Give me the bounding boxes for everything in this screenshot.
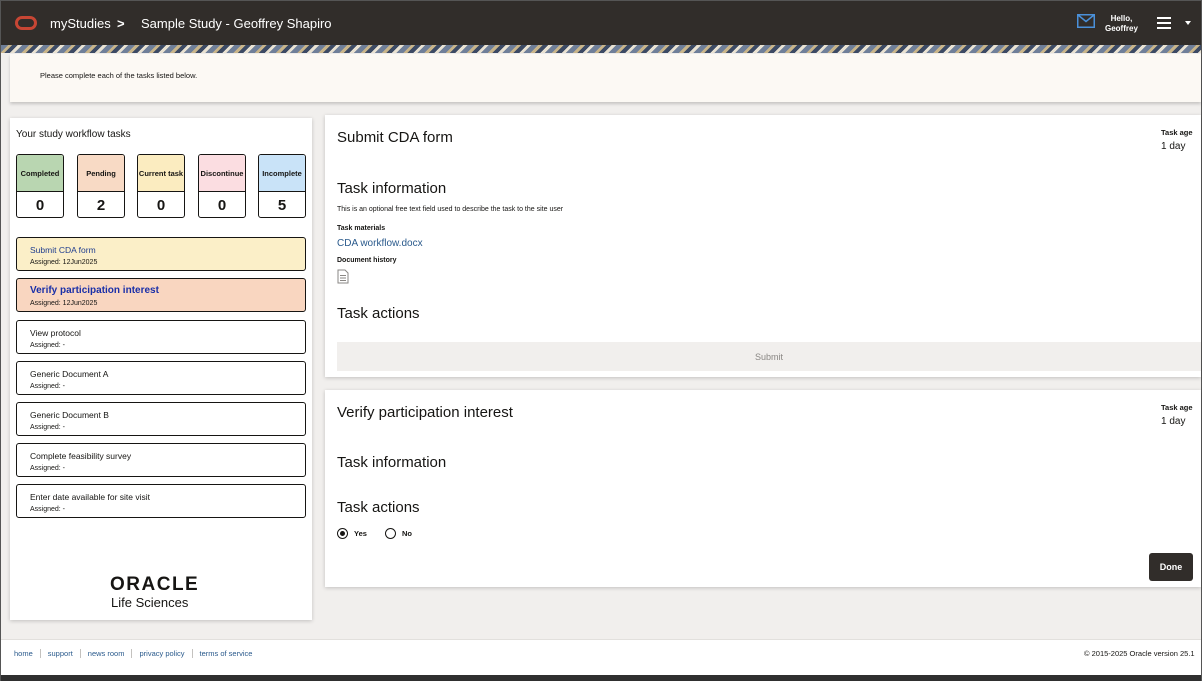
- page-footer: home support news room privacy policy te…: [1, 639, 1201, 675]
- document-icon[interactable]: [337, 269, 349, 284]
- radio-label: No: [402, 529, 412, 538]
- counter-pending[interactable]: Pending 2: [77, 154, 125, 218]
- oracle-logo-subtitle: Life Sciences: [111, 595, 189, 610]
- breadcrumb-study: Sample Study - Geoffrey Shapiro: [141, 16, 332, 31]
- top-header: myStudies > Sample Study - Geoffrey Shap…: [1, 1, 1201, 45]
- counter-current-task[interactable]: Current task 0: [137, 154, 185, 218]
- task-age-value: 1 day: [1161, 141, 1186, 152]
- task-assigned: Assigned: -: [30, 465, 66, 472]
- counter-completed[interactable]: Completed 0: [16, 154, 64, 218]
- mail-icon[interactable]: [1077, 14, 1095, 28]
- counter-label: Discontinue: [199, 155, 245, 192]
- intro-text: Please complete each of the tasks listed…: [40, 71, 198, 80]
- task-assigned: Assigned: -: [30, 506, 66, 513]
- submit-button[interactable]: Submit: [337, 342, 1201, 371]
- workflow-title: Your study workflow tasks: [16, 129, 131, 140]
- task-name: Complete feasibility survey: [30, 451, 132, 461]
- document-history-label: Document history: [337, 257, 397, 264]
- task-actions-heading: Task actions: [337, 499, 420, 516]
- counter-value: 0: [156, 197, 166, 214]
- window-bottom-bar: [1, 675, 1201, 681]
- counter-value: 5: [277, 197, 287, 214]
- task-actions-heading: Task actions: [337, 305, 420, 322]
- task-name: Submit CDA form: [30, 245, 96, 255]
- counter-label: Incomplete: [259, 155, 305, 192]
- workflow-panel: Your study workflow tasks Completed 0 Pe…: [10, 118, 312, 620]
- copyright-text: © 2015-2025 Oracle version 25.1: [1084, 649, 1195, 658]
- task-item-generic-a[interactable]: Generic Document A Assigned: -: [16, 361, 306, 395]
- breadcrumb-separator: >: [117, 16, 125, 31]
- task-assigned: Assigned: -: [30, 342, 66, 349]
- greeting-line: Hello,: [1110, 14, 1133, 23]
- counter-label: Completed: [17, 155, 63, 192]
- task-item-site-visit-date[interactable]: Enter date available for site visit Assi…: [16, 484, 306, 518]
- card-title: Submit CDA form: [337, 129, 453, 146]
- task-name: Enter date available for site visit: [30, 492, 151, 502]
- task-age-label: Task age: [1161, 128, 1193, 137]
- counter-value: 0: [217, 197, 227, 214]
- oracle-logo-wordmark: ORACLE: [110, 574, 200, 595]
- task-card-verify-interest: Verify participation interest Task age 1…: [325, 390, 1201, 587]
- task-item-submit-cda[interactable]: Submit CDA form Assigned: 12Jun2025: [16, 237, 306, 271]
- footer-link-support[interactable]: support: [41, 649, 81, 658]
- material-link[interactable]: CDA workflow.docx: [337, 238, 423, 249]
- footer-link-news-room[interactable]: news room: [81, 649, 133, 658]
- counter-value: 2: [96, 197, 106, 214]
- task-assigned: Assigned: -: [30, 383, 66, 390]
- hamburger-menu-icon[interactable]: [1157, 17, 1171, 32]
- task-assigned: Assigned: 12Jun2025: [30, 300, 98, 307]
- counter-discontinue[interactable]: Discontinue 0: [198, 154, 246, 218]
- task-information-heading: Task information: [337, 454, 447, 471]
- footer-links: home support news room privacy policy te…: [14, 649, 259, 658]
- greeting-username: Geoffrey: [1105, 24, 1138, 33]
- radio-selected-icon[interactable]: [337, 528, 348, 539]
- footer-link-home[interactable]: home: [14, 649, 41, 658]
- task-age-label: Task age: [1161, 403, 1193, 412]
- radio-no[interactable]: No: [385, 528, 412, 539]
- footer-link-terms[interactable]: terms of service: [193, 649, 260, 658]
- task-name: Verify participation interest: [30, 285, 159, 296]
- task-name: Generic Document A: [30, 369, 109, 379]
- task-assigned: Assigned: 12Jun2025: [30, 259, 98, 266]
- task-assigned: Assigned: -: [30, 424, 66, 431]
- oracle-logo-icon[interactable]: [15, 16, 37, 30]
- task-information-heading: Task information: [337, 180, 447, 197]
- task-materials-label: Task materials: [337, 225, 386, 232]
- counter-incomplete[interactable]: Incomplete 5: [258, 154, 306, 218]
- counter-value: 0: [35, 197, 45, 214]
- task-name: View protocol: [30, 328, 81, 338]
- counter-label: Pending: [78, 155, 124, 192]
- breadcrumb-app[interactable]: myStudies: [50, 16, 111, 31]
- decorative-banner: [1, 45, 1201, 53]
- footer-link-privacy-policy[interactable]: privacy policy: [132, 649, 193, 658]
- task-item-verify-interest[interactable]: Verify participation interest Assigned: …: [16, 278, 306, 312]
- task-card-submit-cda: Submit CDA form Task age 1 day Task info…: [325, 115, 1201, 377]
- radio-unselected-icon[interactable]: [385, 528, 396, 539]
- radio-yes[interactable]: Yes: [337, 528, 367, 539]
- task-item-feasibility-survey[interactable]: Complete feasibility survey Assigned: -: [16, 443, 306, 477]
- chevron-down-icon[interactable]: [1185, 21, 1191, 25]
- intro-banner: Please complete each of the tasks listed…: [10, 54, 1201, 102]
- task-item-generic-b[interactable]: Generic Document B Assigned: -: [16, 402, 306, 436]
- task-description: This is an optional free text field used…: [337, 206, 564, 213]
- done-button[interactable]: Done: [1149, 553, 1193, 581]
- radio-label: Yes: [354, 529, 367, 538]
- card-title: Verify participation interest: [337, 404, 513, 421]
- task-item-view-protocol[interactable]: View protocol Assigned: -: [16, 320, 306, 354]
- task-name: Generic Document B: [30, 410, 109, 420]
- user-greeting[interactable]: Hello, Geoffrey: [1105, 14, 1138, 34]
- counter-label: Current task: [138, 155, 184, 192]
- task-age-value: 1 day: [1161, 416, 1186, 427]
